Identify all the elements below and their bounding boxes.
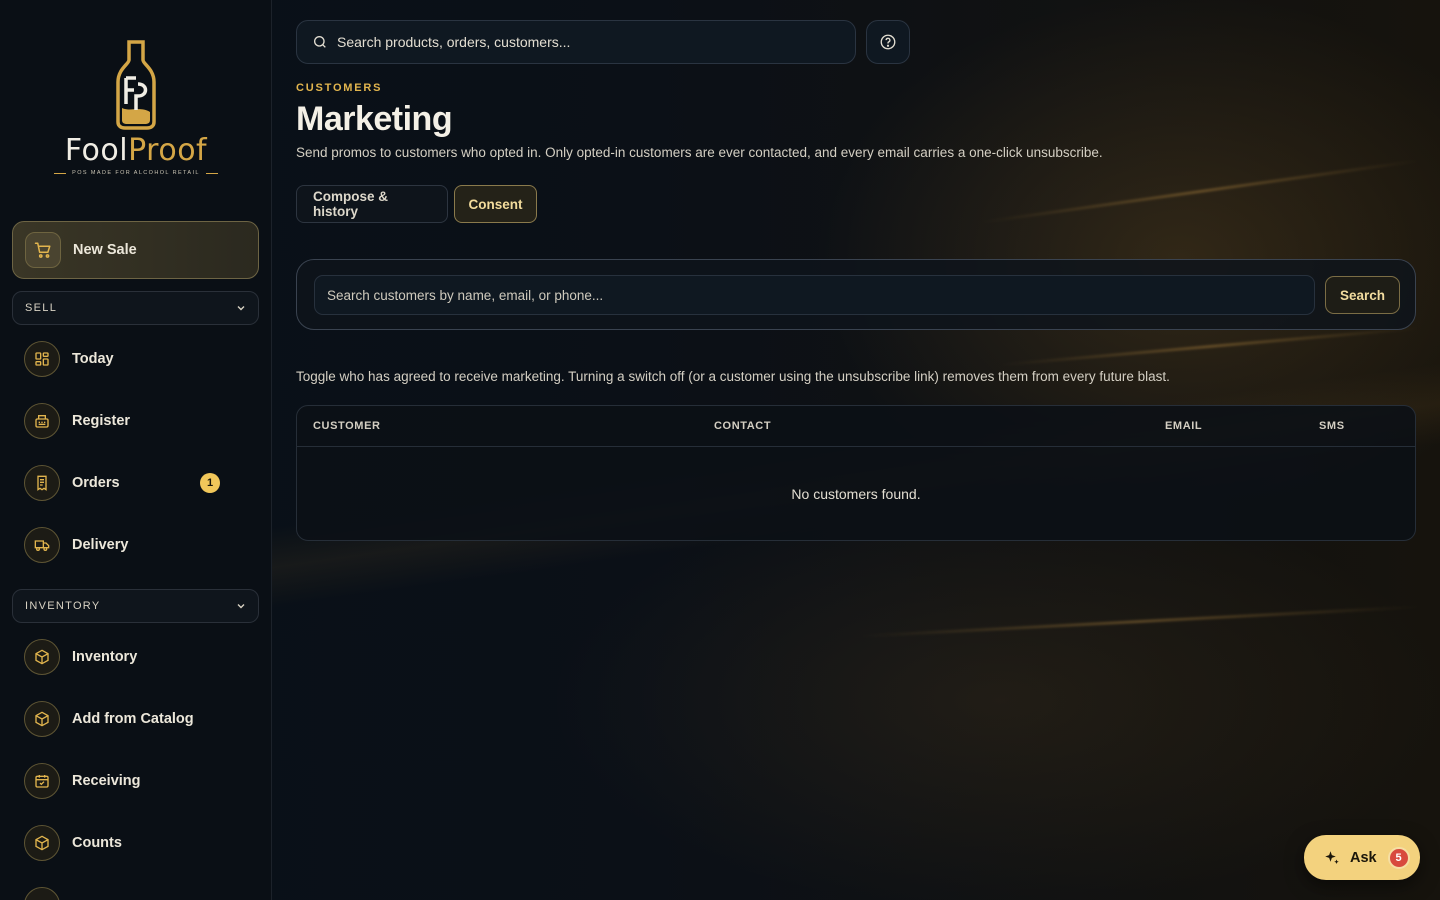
sidebar-item-label: Delivery [72,537,129,553]
sidebar-item-label: Add from Catalog [72,711,194,727]
sidebar-item-receiving[interactable]: Receiving [24,761,248,801]
ask-label: Ask [1350,849,1377,866]
sparkle-icon [1325,850,1339,864]
customer-search-card: Search [296,259,1416,330]
sidebar-item-add-from-catalog[interactable]: Add from Catalog [24,699,248,739]
sidebar-item-counts[interactable]: Counts [24,823,248,863]
new-sale-button[interactable]: New Sale [12,221,259,279]
chevron-down-icon [237,306,245,311]
register-icon [24,403,60,439]
page-subtitle: Send promos to customers who opted in. O… [296,145,1103,160]
receipt-icon [24,465,60,501]
brand-tagline: POS MADE FOR ALCOHOL RETAIL [0,170,271,176]
bottle-logo-icon [116,40,156,130]
column-header-customer: CUSTOMER [313,420,381,432]
chevron-down-icon [237,604,245,609]
tab-compose-history[interactable]: Compose & history [296,185,448,223]
customer-search-button[interactable]: Search [1325,276,1400,314]
help-button[interactable] [866,20,910,64]
page-title: Marketing [296,100,453,138]
brand-name: FoolProof [64,133,208,168]
dashboard-icon [24,341,60,377]
section-inventory-toggle[interactable]: INVENTORY [12,589,259,623]
logo[interactable]: FoolProof POS MADE FOR ALCOHOL RETAIL [0,38,271,176]
box-icon [24,701,60,737]
sidebar-item-delivery[interactable]: Delivery [24,525,248,565]
column-header-contact: CONTACT [714,420,772,432]
ask-assistant-button[interactable]: Ask 5 [1304,835,1420,880]
empty-state-text: No customers found. [791,486,921,502]
sidebar-item-label: Counts [72,835,122,851]
section-sell-label: SELL [25,302,58,314]
box-icon [24,887,60,900]
sidebar-item-register[interactable]: Register [24,401,248,441]
box-icon [24,639,60,675]
table-header: CUSTOMER CONTACT EMAIL SMS [297,406,1415,447]
truck-icon [24,527,60,563]
sidebar-item-label: Today [72,351,114,367]
orders-count-badge: 1 [200,473,220,493]
help-icon [880,34,896,50]
consent-table: CUSTOMER CONTACT EMAIL SMS No customers … [296,405,1416,541]
search-icon [314,36,326,48]
section-inventory-label: INVENTORY [25,600,101,612]
sidebar-item-partial[interactable] [24,885,248,900]
column-header-sms: SMS [1319,420,1345,432]
sidebar-item-label: Orders [72,475,120,491]
sidebar-item-inventory[interactable]: Inventory [24,637,248,677]
global-search-placeholder: Search products, orders, customers... [337,34,571,50]
cart-icon [25,232,61,268]
page-eyebrow: CUSTOMERS [296,82,383,94]
sidebar-item-orders[interactable]: Orders 1 [24,463,248,503]
section-sell-toggle[interactable]: SELL [12,291,259,325]
customer-search-input[interactable] [314,275,1315,315]
new-sale-label: New Sale [73,242,137,258]
tab-consent[interactable]: Consent [454,185,537,223]
sidebar-item-today[interactable]: Today [24,339,248,379]
ask-notification-badge: 5 [1387,846,1410,869]
sidebar: FoolProof POS MADE FOR ALCOHOL RETAIL Ne… [0,0,272,900]
consent-hint: Toggle who has agreed to receive marketi… [296,369,1170,384]
sidebar-item-label: Inventory [72,649,138,665]
sidebar-item-label: Register [72,413,131,429]
global-search[interactable]: Search products, orders, customers... [296,20,856,64]
calendar-check-icon [24,763,60,799]
box-icon [24,825,60,861]
column-header-email: EMAIL [1165,420,1203,432]
main-content: Search products, orders, customers... CU… [296,0,1416,900]
sidebar-item-label: Receiving [72,773,141,789]
